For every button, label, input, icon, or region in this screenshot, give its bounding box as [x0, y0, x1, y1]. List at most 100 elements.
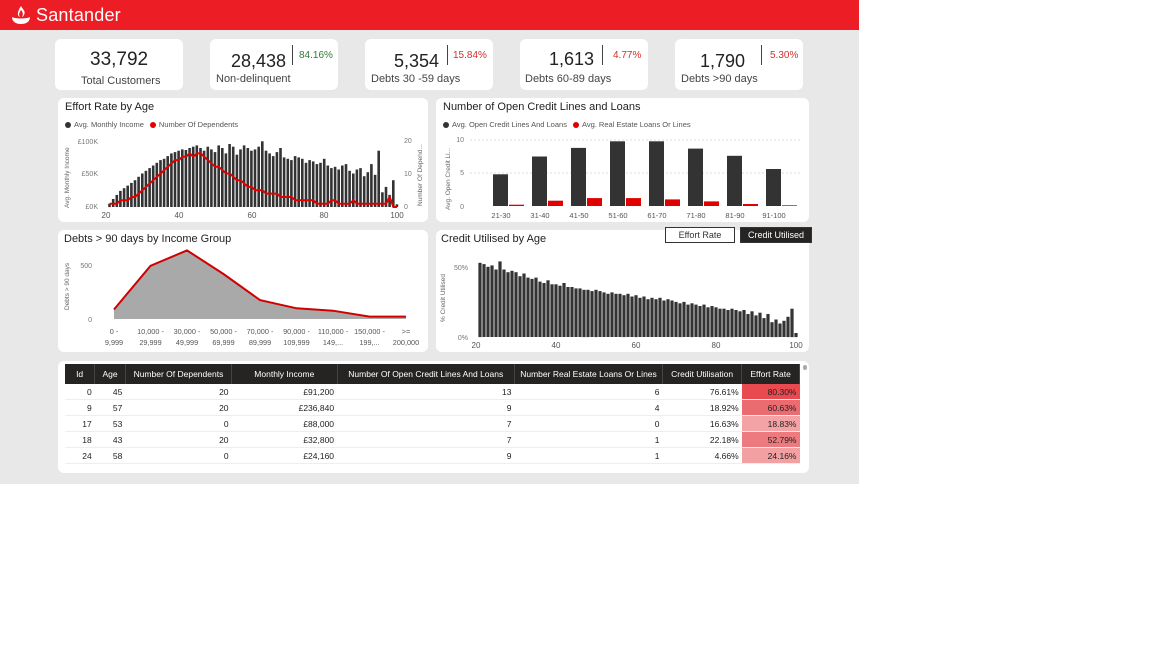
income-bar	[188, 148, 191, 207]
y-tick: £0K	[86, 204, 99, 211]
table-cell: 13	[337, 384, 515, 400]
table-row[interactable]: 0 45 20 £91,200 13 6 76.61% 80.30%	[65, 384, 800, 400]
column-header[interactable]: Number Real Estate Loans Or Lines	[514, 364, 664, 384]
utilisation-bar	[510, 270, 514, 337]
kpi-percent: 5.30%	[770, 50, 799, 61]
utilisation-bar	[774, 319, 778, 338]
credit-utilised-panel[interactable]: Credit Utilised by Age Effort Rate Credi…	[436, 227, 812, 352]
table-header-row: Id Age Number Of Dependents Monthly Inco…	[65, 364, 800, 384]
x-tick: 89,999	[249, 338, 271, 347]
open-lines-bar	[688, 148, 703, 206]
column-header[interactable]: Credit Utilisation	[662, 364, 743, 384]
kpi-percent: 84.16%	[299, 50, 333, 61]
income-bar	[290, 160, 293, 207]
utilisation-bar	[494, 269, 498, 337]
utilisation-bar	[506, 272, 510, 337]
table-row[interactable]: 9 57 20 £236,840 9 4 18.92% 60.63%	[65, 399, 800, 416]
table-row[interactable]: 24 58 0 £24,160 9 1 4.66% 24.16%	[65, 447, 800, 464]
open-credit-lines-panel[interactable]: Number of Open Credit Lines and Loans Av…	[436, 98, 809, 222]
scrollbar-thumb[interactable]	[803, 365, 807, 370]
kpi-card-debts-90[interactable]: 1,790 5.30% Debts >90 days	[675, 39, 803, 90]
income-bar	[381, 192, 384, 207]
x-tick: 91-100	[762, 211, 785, 220]
table-cell: 1	[514, 447, 663, 464]
table-row[interactable]: 17 53 0 £88,000 7 0 16.63% 18.83%	[65, 415, 800, 432]
column-header[interactable]: Number Of Open Credit Lines And Loans	[337, 364, 515, 384]
kpi-label: Debts 30 -59 days	[371, 73, 461, 85]
utilisation-bar	[726, 310, 730, 337]
table-cell: £24,160	[231, 447, 338, 464]
credit-utilised-chart[interactable]: % Credit Utilised 50% 0% 20 40 60 80 100	[436, 230, 809, 352]
x-tick: 150,000 -	[354, 327, 385, 336]
income-bar	[257, 146, 260, 207]
table-cell: 18.83%	[741, 415, 800, 432]
table-row[interactable]: 18 43 20 £32,800 7 1 22.18% 52.79%	[65, 431, 800, 448]
income-bar	[239, 149, 242, 207]
utilisation-bar	[574, 288, 578, 337]
effort-rate-chart[interactable]: Avg. Monthly Income Number Of Depend... …	[58, 98, 428, 222]
table-cell: 24.16%	[741, 447, 800, 464]
income-bar	[148, 168, 151, 207]
kpi-label: Total Customers	[81, 75, 161, 87]
income-bar	[359, 168, 362, 207]
x-tick: 51-60	[608, 211, 627, 220]
income-bar	[344, 164, 348, 207]
table-cell: 60.63%	[741, 399, 800, 416]
utilisation-bar	[498, 261, 502, 337]
income-bar	[253, 149, 257, 207]
utilisation-bar	[686, 304, 690, 337]
table-cell: 22.18%	[662, 431, 742, 448]
utilisation-bar	[682, 301, 686, 337]
utilisation-bar	[630, 296, 634, 337]
x-tick: 60	[632, 341, 641, 350]
utilisation-bar	[486, 266, 490, 337]
utilisation-bar	[570, 287, 574, 337]
open-credit-lines-chart[interactable]: Avg. Open Credit Li... 10 5 0 21-30 31-40…	[436, 98, 809, 222]
utilisation-bar	[754, 315, 758, 337]
table-cell: 17	[65, 415, 95, 432]
utilisation-bar	[702, 304, 706, 337]
x-tick: 40	[552, 341, 561, 350]
kpi-card-non-delinquent[interactable]: 28,438 84.16% Non-delinquent	[210, 39, 338, 90]
column-header[interactable]: Id	[65, 364, 96, 384]
x-tick: 60	[248, 211, 257, 220]
table-cell: £32,800	[231, 431, 338, 448]
real-estate-bar	[704, 201, 719, 206]
utilisation-bar	[638, 297, 642, 337]
table-cell: 1	[514, 431, 663, 448]
column-header[interactable]: Monthly Income	[231, 364, 338, 384]
income-bar	[162, 158, 166, 207]
utilisation-bar	[674, 301, 678, 337]
kpi-card-total-customers[interactable]: 33,792 Total Customers	[55, 39, 183, 90]
income-bar	[213, 152, 217, 207]
brand-name: Santander	[36, 4, 121, 25]
effort-rate-panel[interactable]: Effort Rate by Age Avg. Monthly Income N…	[58, 98, 428, 222]
x-tick: 21-30	[491, 211, 510, 220]
table-cell: 9	[337, 399, 515, 416]
column-header[interactable]: Effort Rate	[741, 364, 800, 384]
x-tick: 71-80	[686, 211, 705, 220]
x-tick: 10,000 -	[137, 327, 164, 336]
column-header[interactable]: Age	[94, 364, 126, 384]
utilisation-bar	[738, 311, 742, 337]
debts-90-income-panel[interactable]: Debts > 90 days by Income Group Debts > …	[58, 230, 428, 352]
kpi-card-debts-30-59[interactable]: 5,354 15.84% Debts 30 -59 days	[365, 39, 493, 90]
utilisation-bar	[586, 289, 590, 338]
utilisation-bar	[582, 289, 586, 338]
open-lines-bar	[766, 169, 781, 206]
x-tick: 29,999	[139, 338, 161, 347]
debts-area	[114, 250, 406, 319]
table-cell: 18.92%	[662, 399, 742, 416]
table-cell: 7	[337, 415, 515, 432]
debts-90-income-chart[interactable]: Debts > 90 days 500 0 0 - 9,999 10,000 - 29…	[58, 230, 428, 352]
income-bar	[242, 145, 246, 207]
x-tick: 80	[320, 211, 329, 220]
column-header[interactable]: Number Of Dependents	[125, 364, 233, 384]
kpi-card-debts-60-89[interactable]: 1,613 4.77% Debts 60-89 days	[520, 39, 648, 90]
income-bar	[271, 156, 275, 207]
real-estate-bar	[665, 199, 680, 206]
santander-logo: Santander	[10, 4, 121, 26]
x-tick: 20	[472, 341, 481, 350]
utilisation-bar	[794, 333, 798, 338]
customer-table-panel[interactable]: Id Age Number Of Dependents Monthly Inco…	[58, 361, 809, 473]
